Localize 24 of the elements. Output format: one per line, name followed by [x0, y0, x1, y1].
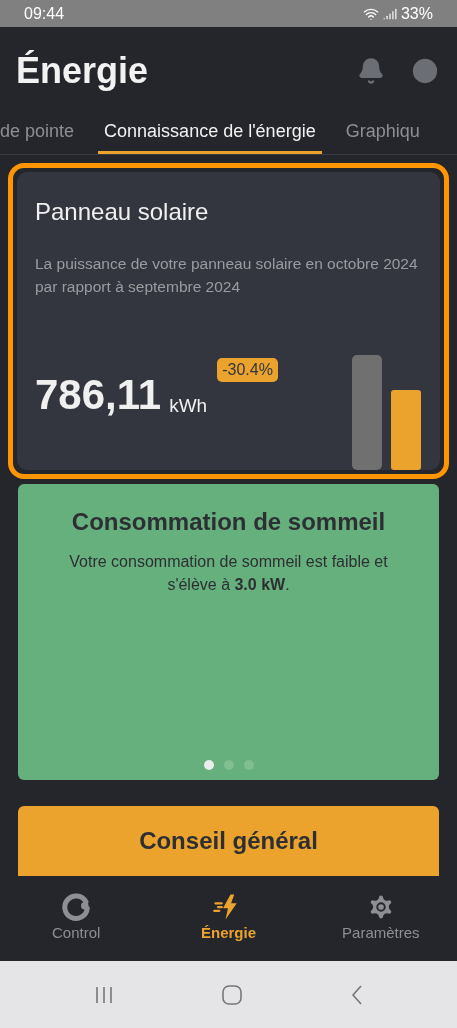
energy-unit: kWh — [169, 393, 208, 418]
page-title: Énergie — [16, 49, 149, 93]
nav-tab[interactable]: Énergie — [168, 892, 289, 945]
back-icon[interactable] — [350, 984, 363, 1005]
card-title: Consommation de sommeil — [71, 507, 386, 537]
refresh-circle-icon — [61, 892, 92, 923]
profile-avatar-icon[interactable] — [409, 55, 441, 87]
battery-percent: 33% — [400, 3, 433, 24]
general-advice-button[interactable]: Conseil général — [18, 806, 439, 876]
energy-value: 786,11 — [35, 373, 162, 416]
tab[interactable]: de pointe — [0, 118, 75, 154]
nav-tab[interactable]: Paramètres — [320, 892, 441, 945]
card-title: Panneau solaire — [35, 197, 210, 227]
tab[interactable]: Connaissance de l'énergie — [98, 118, 322, 154]
nav-tab[interactable]: Control — [16, 892, 137, 945]
recent-apps-icon[interactable] — [94, 985, 115, 1004]
card-description: La puissance de votre panneau solaire en octobre 2024 par rapport à septembre 2024 — [35, 254, 419, 297]
home-icon[interactable] — [222, 984, 243, 1005]
signal-icon — [382, 6, 397, 21]
notification-bell-icon[interactable] — [357, 57, 385, 85]
card-text: Votre consommation de sommeil est faible et s'élève à 3.0 kW. — [68, 552, 389, 595]
change-badge: -30.4% — [217, 357, 278, 382]
status-time: 09:44 — [24, 3, 65, 24]
tab[interactable]: Graphiqu — [345, 118, 420, 154]
